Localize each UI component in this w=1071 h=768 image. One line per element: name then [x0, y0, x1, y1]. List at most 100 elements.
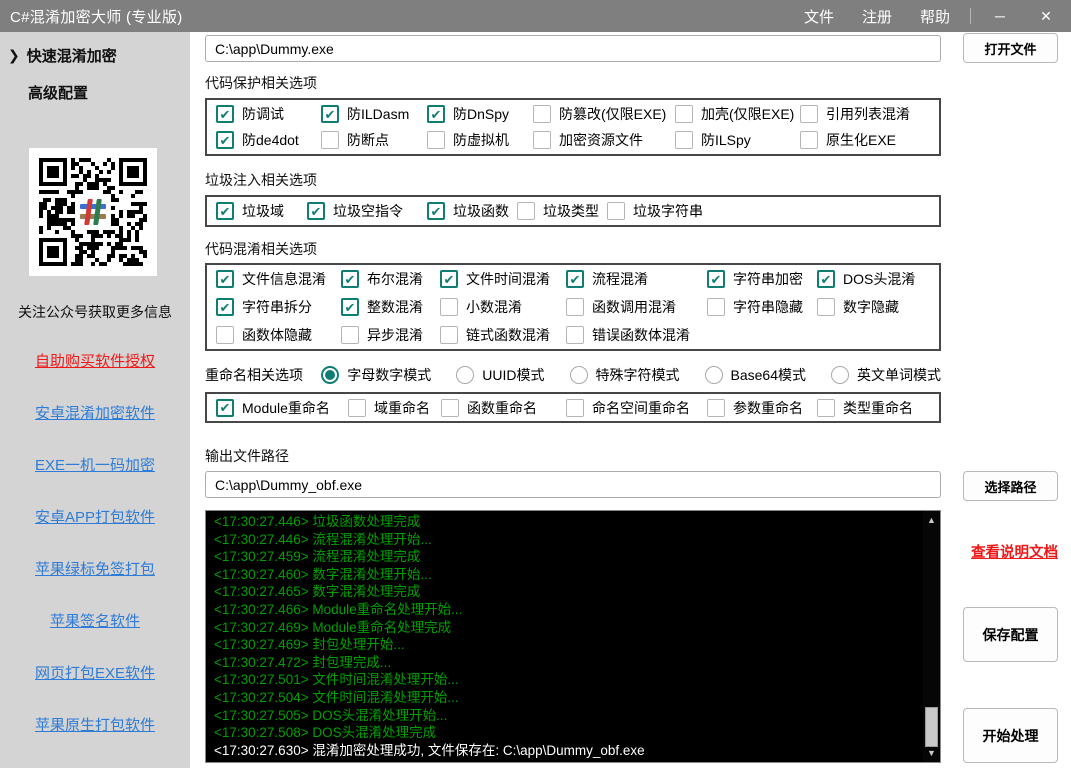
sidebar-link[interactable]: 网页打包EXE软件 [0, 662, 190, 683]
menu-item[interactable]: 文件 [790, 6, 848, 27]
rename-option[interactable]: 命名空间重命名 [566, 398, 707, 418]
radio-button[interactable] [321, 366, 339, 384]
code-option[interactable]: 流程混淆 [566, 269, 707, 289]
protect-option[interactable]: 防篡改(仅限EXE) [533, 104, 675, 124]
checkbox[interactable] [341, 270, 359, 288]
checkbox[interactable] [707, 270, 725, 288]
protect-option[interactable]: 防断点 [321, 130, 427, 150]
rename-mode-option[interactable]: 字母数字模式 [321, 365, 431, 385]
junk-option[interactable]: 垃圾字符串 [607, 201, 939, 221]
code-option[interactable]: 字符串加密 [707, 269, 817, 289]
input-file-path[interactable] [205, 35, 941, 62]
junk-option[interactable]: 垃圾函数 [427, 201, 517, 221]
scrollbar-thumb[interactable] [925, 707, 938, 747]
checkbox[interactable] [675, 105, 693, 123]
protect-option[interactable]: 防ILSpy [675, 130, 800, 150]
rename-option[interactable]: 类型重命名 [817, 398, 939, 418]
code-option[interactable]: 文件信息混淆 [216, 269, 341, 289]
protect-option[interactable]: 防ILDasm [321, 104, 427, 124]
protect-option[interactable]: 原生化EXE [800, 130, 939, 150]
junk-option[interactable]: 垃圾空指令 [307, 201, 427, 221]
checkbox[interactable] [566, 270, 584, 288]
sidebar-link[interactable]: 苹果原生打包软件 [0, 714, 190, 735]
checkbox[interactable] [216, 105, 234, 123]
sidebar-link[interactable]: 安卓混淆加密软件 [0, 402, 190, 423]
protect-option[interactable]: 加密资源文件 [533, 130, 675, 150]
rename-mode-option[interactable]: 英文单词模式 [831, 365, 941, 385]
protect-option[interactable]: 加壳(仅限EXE) [675, 104, 800, 124]
view-docs-link[interactable]: 查看说明文档 [971, 541, 1058, 562]
sidebar-link[interactable]: 苹果绿标免签打包 [0, 558, 190, 579]
rename-option[interactable]: Module重命名 [216, 398, 348, 418]
code-option[interactable]: 文件时间混淆 [440, 269, 566, 289]
checkbox[interactable] [800, 105, 818, 123]
save-config-button[interactable]: 保存配置 [963, 607, 1058, 662]
menu-item[interactable]: 帮助 [906, 6, 964, 27]
checkbox[interactable] [427, 202, 445, 220]
checkbox[interactable] [707, 399, 725, 417]
checkbox[interactable] [321, 131, 339, 149]
radio-button[interactable] [456, 366, 474, 384]
checkbox[interactable] [341, 326, 359, 344]
radio-button[interactable] [831, 366, 849, 384]
code-option[interactable]: 错误函数体混淆 [566, 325, 707, 345]
checkbox[interactable] [341, 298, 359, 316]
choose-path-button[interactable]: 选择路径 [963, 471, 1058, 501]
checkbox[interactable] [566, 326, 584, 344]
checkbox[interactable] [216, 202, 234, 220]
sidebar-item-quick-obfuscate[interactable]: ❯ 快速混淆加密 [8, 45, 190, 66]
radio-button[interactable] [705, 366, 723, 384]
checkbox[interactable] [675, 131, 693, 149]
minimize-button[interactable]: ─ [977, 8, 1023, 24]
checkbox[interactable] [440, 270, 458, 288]
code-option[interactable]: 链式函数混淆 [440, 325, 566, 345]
checkbox[interactable] [216, 131, 234, 149]
checkbox[interactable] [817, 399, 835, 417]
code-option[interactable]: 字符串拆分 [216, 297, 341, 317]
checkbox[interactable] [607, 202, 625, 220]
checkbox[interactable] [566, 399, 584, 417]
sidebar-item-advanced-config[interactable]: 高级配置 [28, 82, 190, 103]
code-option[interactable]: 函数调用混淆 [566, 297, 707, 317]
checkbox[interactable] [440, 298, 458, 316]
code-option[interactable]: DOS头混淆 [817, 269, 939, 289]
rename-option[interactable]: 参数重命名 [707, 398, 817, 418]
code-option[interactable]: 布尔混淆 [341, 269, 440, 289]
checkbox[interactable] [348, 399, 366, 417]
radio-button[interactable] [570, 366, 588, 384]
close-button[interactable]: ✕ [1023, 8, 1069, 25]
input-output-path[interactable] [205, 471, 941, 498]
protect-option[interactable]: 防DnSpy [427, 104, 533, 124]
checkbox[interactable] [533, 105, 551, 123]
checkbox[interactable] [517, 202, 535, 220]
checkbox[interactable] [566, 298, 584, 316]
checkbox[interactable] [216, 270, 234, 288]
checkbox[interactable] [321, 105, 339, 123]
checkbox[interactable] [707, 298, 725, 316]
code-option[interactable]: 小数混淆 [440, 297, 566, 317]
protect-option[interactable]: 引用列表混淆 [800, 104, 939, 124]
checkbox[interactable] [441, 399, 459, 417]
checkbox[interactable] [817, 298, 835, 316]
code-option[interactable]: 异步混淆 [341, 325, 440, 345]
checkbox[interactable] [800, 131, 818, 149]
protect-option[interactable]: 防虚拟机 [427, 130, 533, 150]
checkbox[interactable] [216, 298, 234, 316]
console-scrollbar[interactable]: ▲ ▼ [923, 511, 940, 762]
code-option[interactable]: 字符串隐藏 [707, 297, 817, 317]
checkbox[interactable] [307, 202, 325, 220]
checkbox[interactable] [216, 326, 234, 344]
scroll-up-icon[interactable]: ▲ [923, 513, 940, 527]
rename-option[interactable]: 函数重命名 [441, 398, 566, 418]
checkbox[interactable] [427, 105, 445, 123]
rename-mode-option[interactable]: Base64模式 [705, 365, 806, 385]
junk-option[interactable]: 垃圾类型 [517, 201, 607, 221]
start-process-button[interactable]: 开始处理 [963, 708, 1058, 763]
scroll-down-icon[interactable]: ▼ [923, 746, 940, 760]
code-option[interactable]: 函数体隐藏 [216, 325, 341, 345]
protect-option[interactable]: 防调试 [216, 104, 321, 124]
checkbox[interactable] [533, 131, 551, 149]
sidebar-link[interactable]: 自助购买软件授权 [0, 350, 190, 371]
checkbox[interactable] [817, 270, 835, 288]
sidebar-link[interactable]: 苹果签名软件 [0, 610, 190, 631]
